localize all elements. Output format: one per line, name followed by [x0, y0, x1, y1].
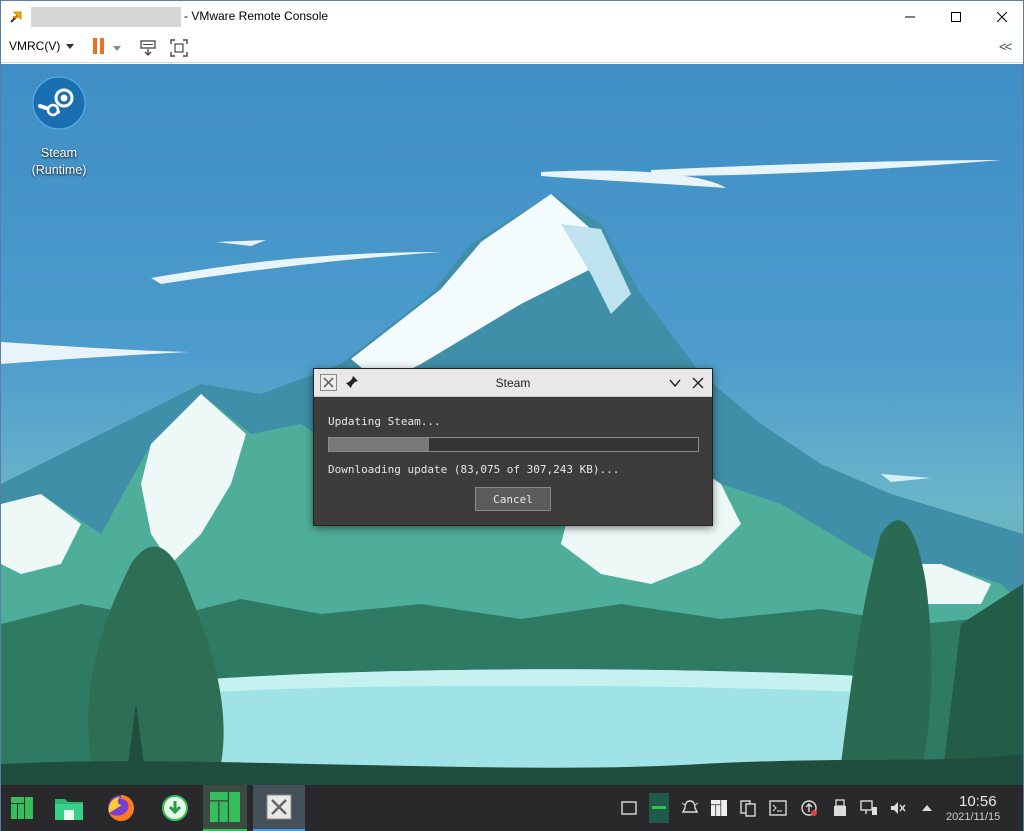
vmrc-menu-button[interactable]: VMRC(V): [9, 39, 75, 53]
minimize-icon: [905, 16, 915, 17]
file-manager-button[interactable]: [49, 785, 89, 831]
folder-icon: [55, 799, 83, 820]
close-icon[interactable]: [691, 376, 705, 390]
application-launcher-button[interactable]: [5, 785, 39, 831]
updater-button[interactable]: [155, 785, 195, 831]
send-keys-icon[interactable]: [138, 38, 158, 58]
manjaro-logo-icon: [11, 797, 33, 819]
vmrc-logo-icon: [10, 11, 22, 23]
chevron-down-icon: [113, 45, 121, 51]
network-icon[interactable]: [859, 798, 879, 818]
terminal-icon[interactable]: [768, 798, 788, 818]
usb-device-icon[interactable]: [830, 798, 850, 818]
update-notifier-icon[interactable]: [799, 798, 819, 818]
steam-app-icon: [266, 794, 292, 820]
clock-date[interactable]: 2021/11/15: [946, 811, 1000, 823]
manjaro-settings-button[interactable]: [203, 785, 247, 831]
pager-icon[interactable]: [649, 793, 669, 823]
maximize-button[interactable]: [933, 1, 979, 32]
tray-expand-icon[interactable]: [917, 798, 937, 818]
dialog-title: Steam: [495, 376, 531, 390]
fullscreen-icon[interactable]: [169, 38, 189, 58]
steam-update-task-button[interactable]: [253, 785, 305, 831]
notifications-icon[interactable]: [680, 798, 700, 818]
vmrc-window: - VMware Remote Console VMRC(V) << Steam…: [0, 0, 1024, 831]
manjaro-tray-icon[interactable]: [709, 798, 729, 818]
firefox-button[interactable]: [101, 785, 141, 831]
firefox-icon: [108, 795, 134, 821]
close-button[interactable]: [979, 1, 1024, 32]
toolbar: VMRC(V) <<: [1, 32, 1023, 63]
download-icon: [162, 795, 188, 821]
redacted-hostname: [31, 7, 181, 27]
progress-fill: [329, 438, 429, 451]
window-title: - VMware Remote Console: [184, 9, 329, 23]
clipboard-icon[interactable]: [738, 798, 758, 818]
close-icon: [997, 11, 1007, 22]
steam-icon: [32, 76, 86, 130]
chevron-down-icon: [66, 43, 75, 49]
manjaro-logo-icon: [210, 792, 240, 822]
maximize-icon: [951, 11, 961, 22]
clock-time[interactable]: 10:56: [959, 793, 997, 810]
pause-icon: [93, 37, 107, 59]
chevron-down-icon[interactable]: [668, 376, 682, 390]
steam-update-dialog: Steam Updating Steam... Downloading upda…: [313, 368, 713, 526]
desktop-icon-label-line2: (Runtime): [31, 163, 87, 177]
download-status: Downloading update (83,075 of 307,243 KB…: [328, 463, 620, 476]
title-bar[interactable]: - VMware Remote Console: [1, 1, 1023, 32]
desktop-icon-label: Steam (Runtime): [21, 145, 97, 179]
pause-button[interactable]: [93, 37, 129, 59]
minimize-button[interactable]: [887, 1, 933, 32]
desktop-icon-label-line1: Steam: [40, 146, 78, 160]
show-desktop-icon[interactable]: [619, 798, 639, 818]
volume-muted-icon[interactable]: [888, 798, 908, 818]
desktop-icon-steam[interactable]: Steam (Runtime): [21, 76, 97, 179]
update-progress-bar: [328, 437, 699, 452]
collapse-toolbar-icon[interactable]: <<: [999, 39, 1012, 54]
taskbar: 10:56 2021/11/15: [1, 785, 1023, 831]
dialog-message: Updating Steam...: [328, 415, 441, 428]
cancel-button[interactable]: Cancel: [475, 487, 551, 511]
dialog-title-bar[interactable]: Steam: [314, 369, 712, 397]
vmrc-menu-label: VMRC(V): [9, 39, 61, 53]
